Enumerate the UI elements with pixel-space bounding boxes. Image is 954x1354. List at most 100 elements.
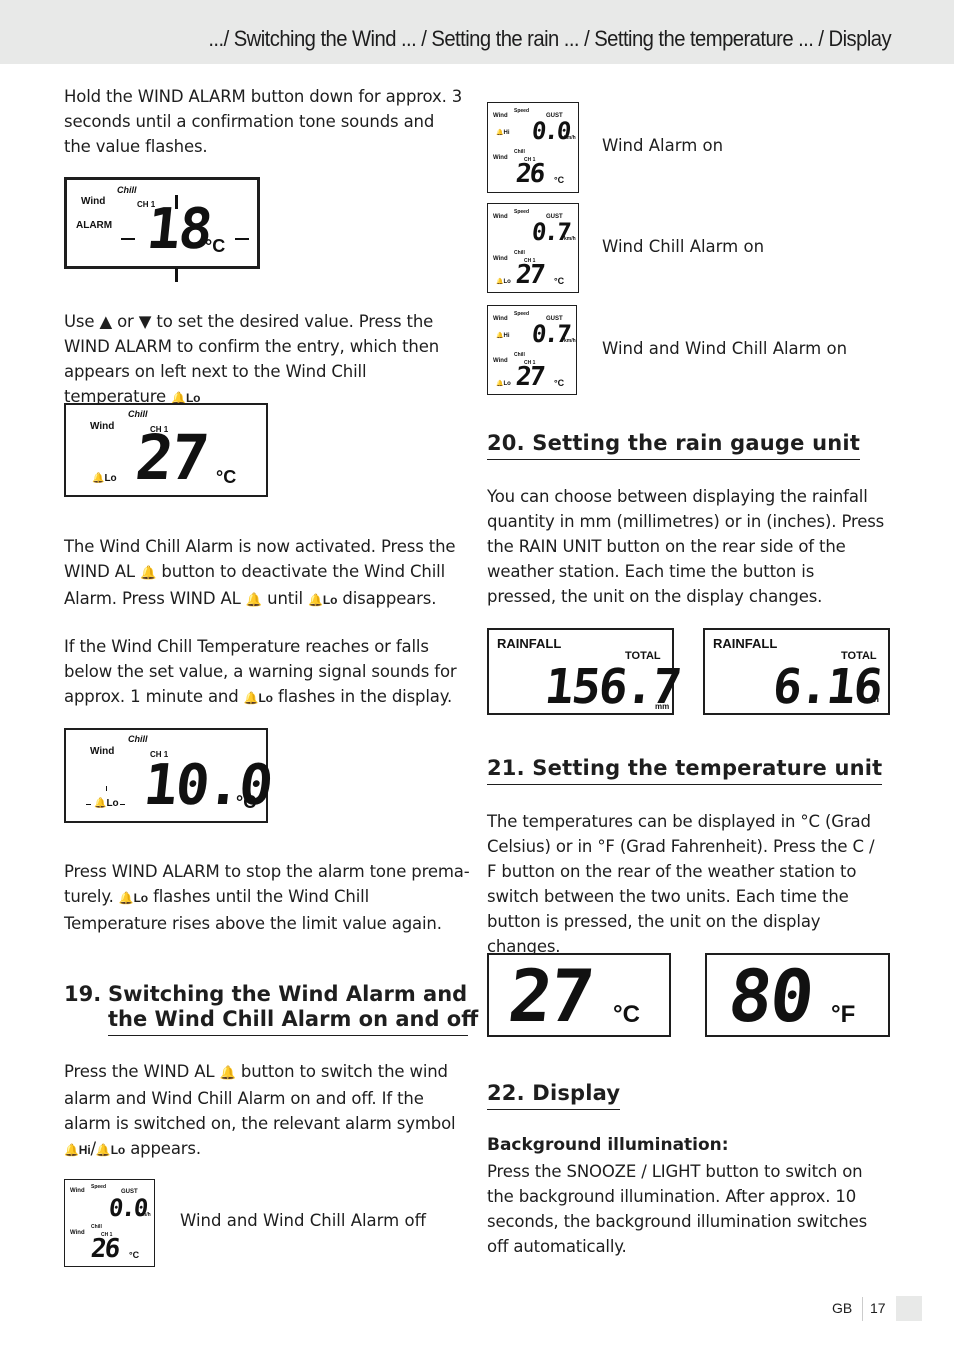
wind-logo-icon: Wind [493,358,508,364]
wind-logo-icon: Wind [493,316,508,322]
bell-icon: 🔔 [140,566,157,581]
speed-label: Speed [91,1184,107,1190]
rainfall-label: RAINFALL [713,636,778,651]
speed-label: Speed [514,209,530,215]
rainfall-value: 6.16 [770,659,884,715]
temperature-unit: °C [554,378,565,388]
chill-label: Chill [128,734,148,744]
bell-lo-icon: 🔔Lo [308,593,338,607]
alarm-label: ALARM [76,220,113,231]
temperature-unit: °C [205,236,226,256]
section-22-heading: 22. Display [487,1081,621,1110]
alarm-lo-indicator-flashing: 🔔Lo [94,798,119,809]
chill-label: Chill [117,185,137,195]
footer-tab-marker [896,1296,922,1321]
page-header: .../ Switching the Wind ... / Setting th… [0,0,954,64]
rainfall-unit: mm [655,702,670,711]
wind-logo-icon: Wind [493,113,508,119]
temperature-value: 18 [143,197,214,262]
section-20-heading: 20. Setting the rain gauge unit [487,431,861,460]
lcd-display-alarms-off: Wind Speed GUST 0.0 km/h Wind Chill CH 1… [64,1179,155,1267]
chill-label: Chill [128,409,148,419]
wind-logo-icon: Wind [90,421,115,432]
temperature-value: 26 [514,159,545,189]
temperature-value: 27 [514,362,545,392]
temperature-unit: °C [554,175,565,185]
alarm-lo-indicator: 🔔Lo [496,279,511,285]
temperature-unit: °C [613,1001,640,1028]
caption-alarms-off: Wind and Wind Chill Alarm off [180,1211,426,1230]
temperature-unit: °C [236,792,257,812]
lcd-display-alarm-state: Wind Speed GUST 🔔Hi 0.7 km/h Wind Chill … [487,305,577,395]
paragraph-switch-alarm: Press the WIND AL 🔔 button to switch the… [64,1062,456,1158]
paragraph-stop-alarm: Press WIND ALARM to stop the alarm tone … [64,862,470,933]
lcd-rainfall-mm: RAINFALL TOTAL 156.7 mm [487,628,682,715]
paragraph-alarm-activated: The Wind Chill Alarm is now activated. P… [64,534,470,613]
wind-logo-icon: Wind [70,1188,85,1194]
wind-speed-unit: km/h [564,338,576,344]
chill-label: Chill [514,352,525,358]
temperature-unit: °F [831,1001,856,1028]
paragraph-set-value: Use ▲ or ▼ to set the desired value. Pre… [64,312,440,406]
lcd-display-wind-chill-18: Chill Wind CH 1 ALARM 18 °C [64,177,260,282]
lcd-display-alarm-state: Wind Speed GUST 🔔Hi 0.0 km/h Wind Chill … [487,102,579,193]
wind-logo-icon: Wind [70,1230,85,1236]
header-breadcrumb: .../ Switching the Wind ... / Setting th… [208,26,891,51]
wind-logo-icon: Wind [493,155,508,161]
temperature-value: 27 [504,954,597,1038]
subheading-background-illumination: Background illumination: [487,1135,729,1155]
page-number: 17 [870,1300,886,1316]
paragraph-warning-signal: If the Wind Chill Temperature reaches or… [64,637,457,706]
rainfall-unit: in [871,694,879,704]
paragraph-rain-unit: You can choose between displaying the ra… [487,487,885,606]
wind-logo-icon: Wind [493,256,508,262]
alarm-hi-indicator: 🔔Hi [496,130,510,136]
flash-ray-icon [235,238,249,240]
wind-speed-unit: km/h [564,236,576,242]
speed-label: Speed [514,311,530,317]
wind-speed-unit: km/h [139,1212,151,1218]
lcd-display-wind-chill-10: Chill Wind CH 1 🔔Lo 10.0 °C [64,728,274,823]
wind-logo-icon: Wind [90,746,115,757]
bell-lo-icon: 🔔Lo [118,891,148,905]
section-title: Switching the Wind Alarm and the Wind Ch… [108,982,478,1036]
bell-hi-icon: 🔔Hi [64,1143,91,1157]
alarm-lo-indicator: 🔔Lo [496,381,511,387]
footer-divider [862,1297,863,1321]
flash-ray-icon [106,786,107,791]
wind-logo-icon: Wind [493,214,508,220]
bell-lo-icon: 🔔Lo [95,1143,126,1157]
alarm-state-caption: Wind Chill Alarm on [602,237,765,256]
temperature-value: 27 [514,260,545,290]
flash-ray-icon [175,268,178,282]
lcd-rainfall-in: RAINFALL TOTAL 6.16 in [703,628,890,715]
lcd-display-wind-chill-27: Chill Wind CH 1 🔔Lo 27 °C [64,403,268,497]
flash-ray-icon [86,804,91,805]
paragraph-temperature-unit: The temperatures can be displayed in °C … [487,812,875,956]
wind-logo-icon: Wind [81,196,106,207]
flash-ray-icon [175,195,178,209]
footer-language: GB [832,1300,853,1316]
bell-icon: 🔔 [245,593,263,608]
temperature-value: 26 [89,1234,120,1264]
flash-ray-icon [120,804,125,805]
temperature-unit: °C [216,467,237,487]
temperature-value: 27 [132,421,211,494]
lcd-display-alarm-state: Wind Speed GUST 0.7 km/h Wind Chill CH 1… [487,203,579,293]
alarm-state-caption: Wind Alarm on [602,136,724,155]
chill-label: Chill [514,250,525,256]
alarm-lo-indicator: 🔔Lo [92,473,117,484]
paragraph-hold-wind-alarm: Hold the WIND ALARM button down for appr… [64,87,463,156]
temperature-value: 80 [724,954,817,1038]
bell-lo-icon: 🔔Lo [243,691,273,705]
paragraph-background-illumination: Press the SNOOZE / LIGHT button to switc… [487,1162,868,1256]
alarm-state-caption: Wind and Wind Chill Alarm on [602,339,848,358]
lcd-temperature-celsius: 27 °C [487,953,671,1038]
wind-speed-unit: km/h [564,135,576,141]
speed-label: Speed [514,108,530,114]
alarm-hi-indicator: 🔔Hi [496,333,510,339]
section-21-heading: 21. Setting the temperature unit [487,756,883,785]
chill-label: Chill [514,149,525,155]
lcd-temperature-fahrenheit: 80 °F [705,953,890,1038]
section-number: 19. [64,982,102,1006]
